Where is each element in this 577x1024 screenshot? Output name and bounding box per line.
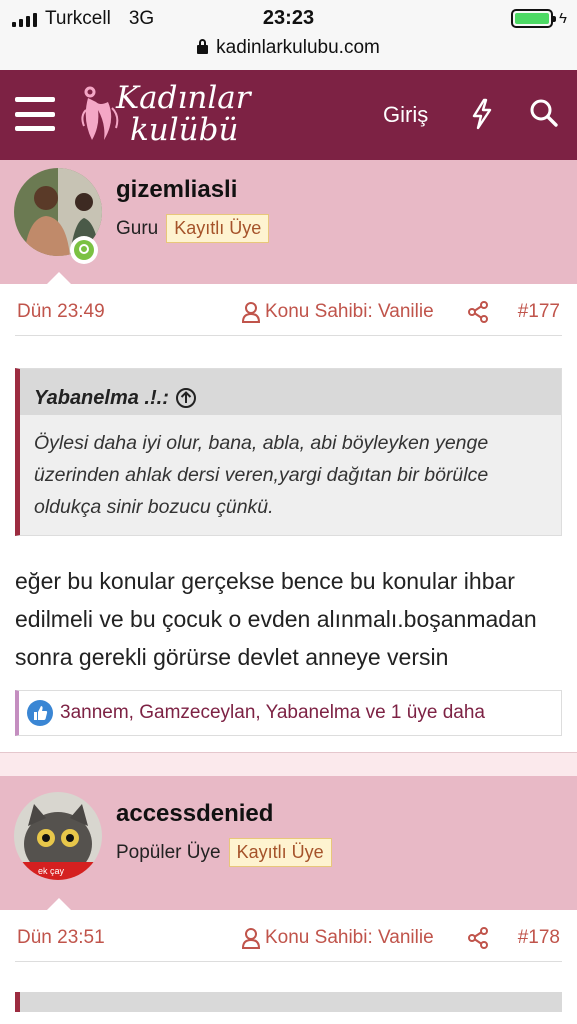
user-title: Guru [116, 217, 159, 239]
thread-owner: Konu Sahibi: Vanilie [241, 301, 434, 323]
battery-status: ϟ [511, 9, 567, 28]
status-bar: Turkcell 3G 23:23 ϟ kadinlarkulubu.com [0, 0, 577, 70]
search-icon[interactable] [529, 98, 559, 128]
arrow-up-circle-icon[interactable] [175, 387, 197, 409]
thread-owner: Konu Sahibi: Vanilie [241, 927, 434, 949]
online-status-icon [70, 236, 98, 264]
post-meta: Dün 23:49 Konu Sahibi: Vanilie #177 [15, 284, 562, 336]
post: ek çay accessdenied Popüler Üye Kayıtlı … [0, 776, 577, 1012]
post-meta: Dün 23:51 Konu Sahibi: Vanilie #178 [15, 910, 562, 962]
user-title-line: Popüler Üye Kayıtlı Üye [116, 838, 332, 867]
avatar[interactable]: ek çay [14, 792, 102, 880]
url-text: kadinlarkulubu.com [216, 37, 380, 58]
post-separator [0, 752, 577, 776]
quote-text: Öylesi daha iyi olur, bana, abla, abi bö… [34, 432, 489, 518]
battery-icon [511, 9, 557, 28]
share-icon[interactable] [467, 926, 489, 950]
post-author-block: ek çay accessdenied Popüler Üye Kayıtlı … [0, 776, 577, 911]
post-number[interactable]: #177 [518, 301, 560, 323]
whats-new-icon[interactable] [470, 98, 494, 130]
charging-icon: ϟ [559, 10, 567, 27]
address-bar[interactable]: kadinlarkulubu.com [0, 37, 577, 59]
menu-icon[interactable] [15, 97, 55, 131]
logo-text: Kadınlar kulübü [116, 80, 251, 148]
post-body: eğer bu konular gerçekse bence bu konula… [15, 568, 537, 670]
site-header: Kadınlar kulübü Giriş [0, 70, 577, 160]
post-date[interactable]: Dün 23:51 [17, 927, 105, 949]
share-icon[interactable] [467, 300, 489, 324]
member-badge: Kayıtlı Üye [228, 838, 332, 867]
next-quote-block-edge [15, 992, 562, 1012]
lock-icon [197, 39, 209, 54]
site-logo[interactable]: Kadınlar kulübü [78, 80, 258, 150]
quote-author: Yabanelma .!.: [34, 386, 169, 409]
post-date[interactable]: Dün 23:49 [17, 301, 105, 323]
user-title: Popüler Üye [116, 841, 221, 863]
reactions-bar[interactable]: 3annem, Gamzeceylan, Yabanelma ve 1 üye … [15, 690, 562, 736]
reactions-text[interactable]: 3annem, Gamzeceylan, Yabanelma ve 1 üye … [60, 702, 485, 724]
user-title-line: Guru Kayıtlı Üye [116, 214, 270, 243]
quote-header[interactable]: Yabanelma .!.: [20, 369, 561, 415]
member-badge: Kayıtlı Üye [166, 214, 270, 243]
user-icon [241, 302, 261, 323]
post-number[interactable]: #178 [518, 927, 560, 949]
post: gizemliasli Guru Kayıtlı Üye Dün 23:49 K… [0, 160, 577, 776]
like-icon [27, 700, 53, 726]
quote-block: Yabanelma .!.: Öylesi daha iyi olur, ban… [15, 368, 562, 536]
avatar-caption: ek çay [38, 866, 65, 876]
clock: 23:23 [262, 7, 315, 29]
post-author-block: gizemliasli Guru Kayıtlı Üye [0, 160, 577, 285]
username[interactable]: accessdenied [116, 800, 273, 828]
login-link[interactable]: Giriş [383, 102, 428, 128]
user-icon [241, 928, 261, 949]
username[interactable]: gizemliasli [116, 176, 237, 204]
